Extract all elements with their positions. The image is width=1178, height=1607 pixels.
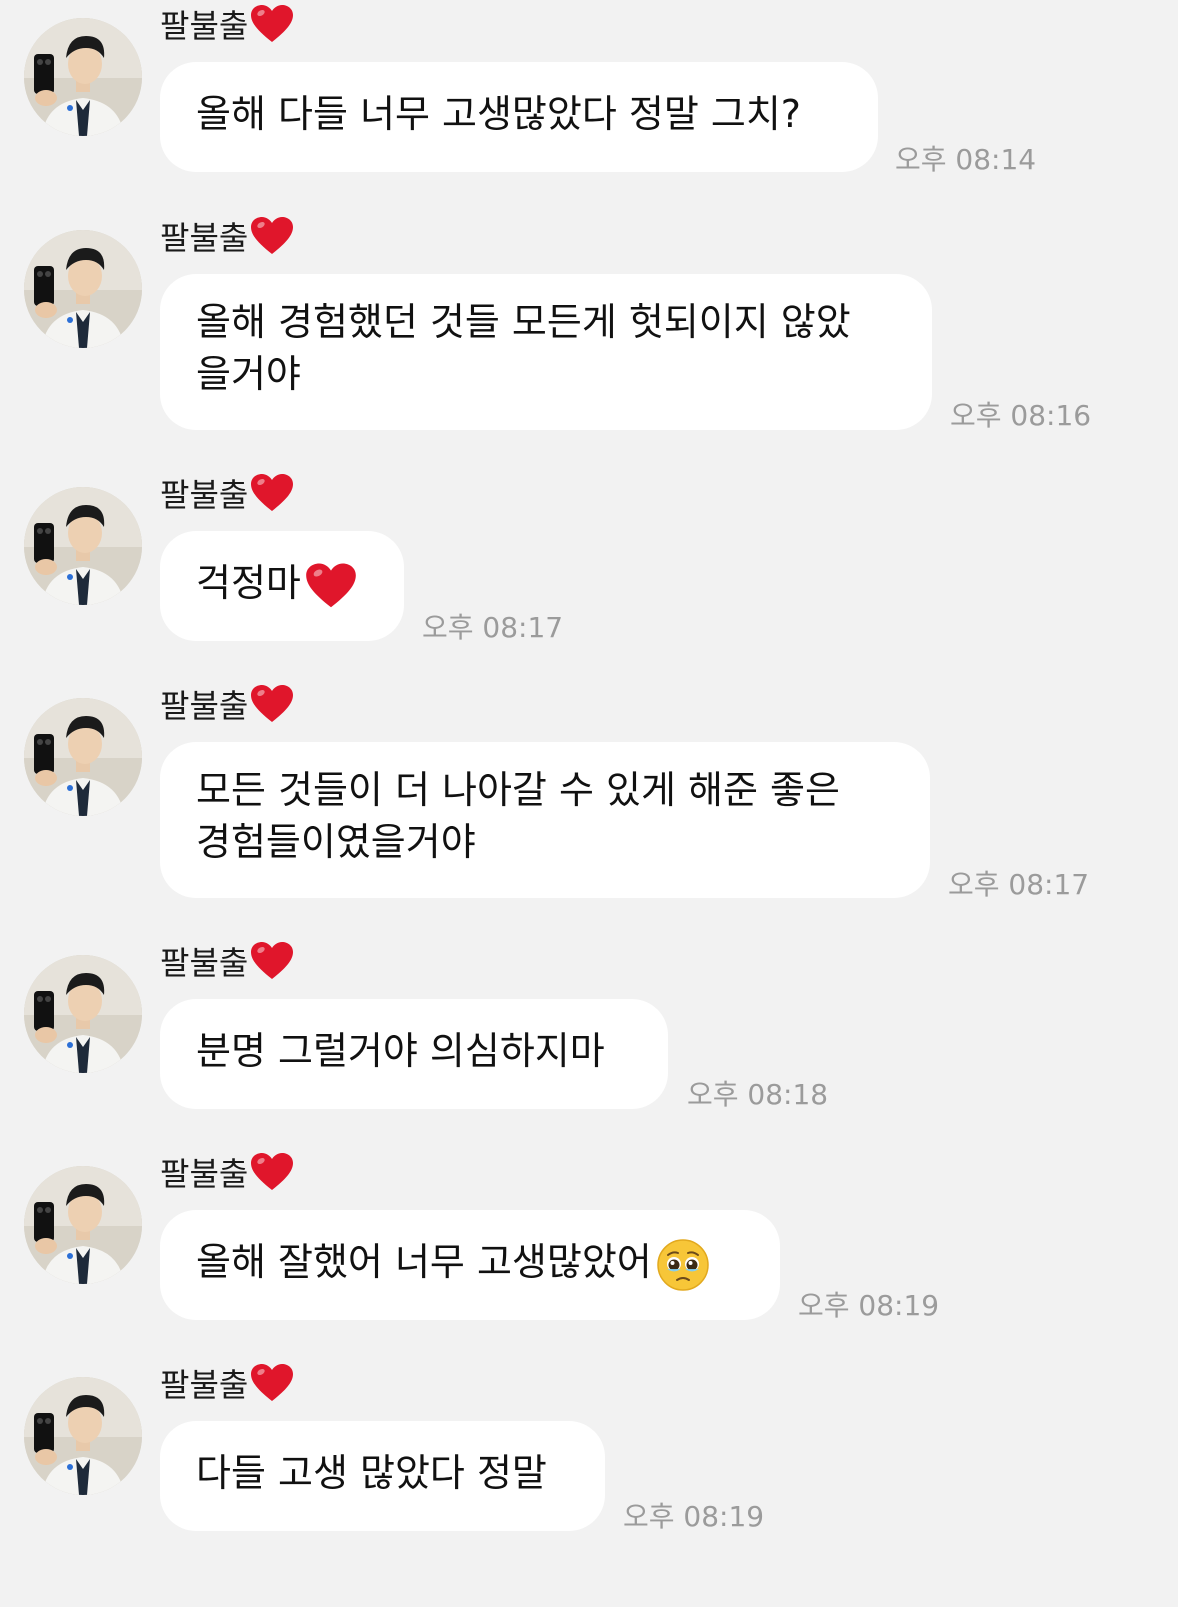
message-text: 올해 다들 너무 고생많았다 정말 그치?: [196, 92, 801, 136]
sender-name: 팔불출: [160, 212, 294, 260]
message-bubble[interactable]: 다들 고생 많았다 정말: [160, 1421, 605, 1531]
heart-icon: [250, 1363, 294, 1403]
heart-icon: [250, 216, 294, 256]
avatar[interactable]: [24, 18, 142, 136]
message-time: 오후 08:18: [687, 1078, 829, 1111]
sender-name: 팔불출: [160, 469, 294, 517]
message-row: 팔불출 올해 경험했던 것들 모든게 헛되이지 않았 을거야 오후 08:16: [0, 212, 1178, 442]
sender-name: 팔불출: [160, 1359, 294, 1407]
sender-name: 팔불출: [160, 1148, 294, 1196]
avatar[interactable]: [24, 1166, 142, 1284]
avatar[interactable]: [24, 230, 142, 348]
message-row: 팔불출 걱정마 오후 08:17: [0, 469, 1178, 649]
message-text: 을거야: [196, 352, 301, 396]
message-bubble[interactable]: 분명 그럴거야 의심하지마: [160, 999, 668, 1109]
message-text: 걱정마: [196, 561, 301, 605]
message-time: 오후 08:14: [895, 143, 1037, 176]
message-text: 다들 고생 많았다 정말: [196, 1451, 547, 1495]
sender-name: 팔불출: [160, 937, 294, 985]
message-text: 올해 경험했던 것들 모든게 헛되이지 않았: [196, 300, 851, 344]
chat-log: 팔불출 올해 다들 너무 고생많았다 정말 그치? 오후 08:14 팔불출 올…: [0, 0, 1178, 1607]
sender-name: 팔불출: [160, 0, 294, 48]
message-bubble[interactable]: 걱정마: [160, 531, 404, 641]
message-bubble[interactable]: 올해 잘했어 너무 고생많았어: [160, 1210, 780, 1320]
heart-icon: [305, 562, 357, 610]
heart-icon: [250, 4, 294, 44]
message-time: 오후 08:16: [950, 399, 1092, 432]
message-time: 오후 08:19: [798, 1289, 940, 1322]
message-bubble[interactable]: 올해 경험했던 것들 모든게 헛되이지 않았 을거야: [160, 274, 932, 430]
heart-icon: [250, 941, 294, 981]
message-row: 팔불출 다들 고생 많았다 정말 오후 08:19: [0, 1359, 1178, 1539]
message-row: 팔불출 분명 그럴거야 의심하지마 오후 08:18: [0, 937, 1178, 1117]
message-time: 오후 08:17: [948, 868, 1090, 901]
pleading-face-icon: [656, 1238, 710, 1292]
message-text: 올해 잘했어 너무 고생많았어: [196, 1240, 652, 1284]
avatar[interactable]: [24, 955, 142, 1073]
message-row: 팔불출 모든 것들이 더 나아갈 수 있게 해준 좋은 경험들이였을거야 오후 …: [0, 680, 1178, 910]
avatar[interactable]: [24, 487, 142, 605]
heart-icon: [250, 684, 294, 724]
message-text: 모든 것들이 더 나아갈 수 있게 해준 좋은: [196, 768, 840, 812]
message-time: 오후 08:17: [422, 611, 564, 644]
sender-name: 팔불출: [160, 680, 294, 728]
message-row: 팔불출 올해 잘했어 너무 고생많았어 오후 08:19: [0, 1148, 1178, 1328]
message-text: 경험들이였을거야: [196, 820, 476, 864]
message-bubble[interactable]: 모든 것들이 더 나아갈 수 있게 해준 좋은 경험들이였을거야: [160, 742, 930, 898]
message-row: 팔불출 올해 다들 너무 고생많았다 정말 그치? 오후 08:14: [0, 0, 1178, 180]
message-bubble[interactable]: 올해 다들 너무 고생많았다 정말 그치?: [160, 62, 878, 172]
message-text: 분명 그럴거야 의심하지마: [196, 1029, 605, 1073]
heart-icon: [250, 473, 294, 513]
heart-icon: [250, 1152, 294, 1192]
message-time: 오후 08:19: [623, 1500, 765, 1533]
avatar[interactable]: [24, 1377, 142, 1495]
avatar[interactable]: [24, 698, 142, 816]
